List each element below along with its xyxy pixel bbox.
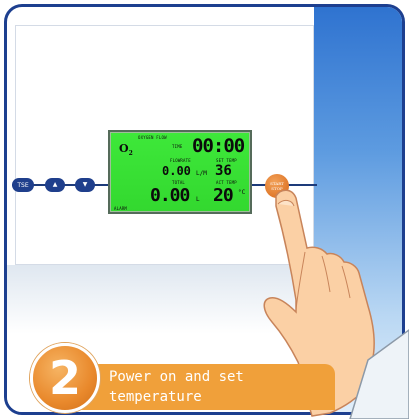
step-number-badge: 2: [30, 343, 100, 413]
caption-line-2: temperature: [109, 389, 202, 405]
step-caption-banner: Power on and set temperature: [80, 364, 335, 410]
step-number: 2: [48, 351, 81, 405]
caption-line-1: Power on and set: [109, 369, 244, 385]
